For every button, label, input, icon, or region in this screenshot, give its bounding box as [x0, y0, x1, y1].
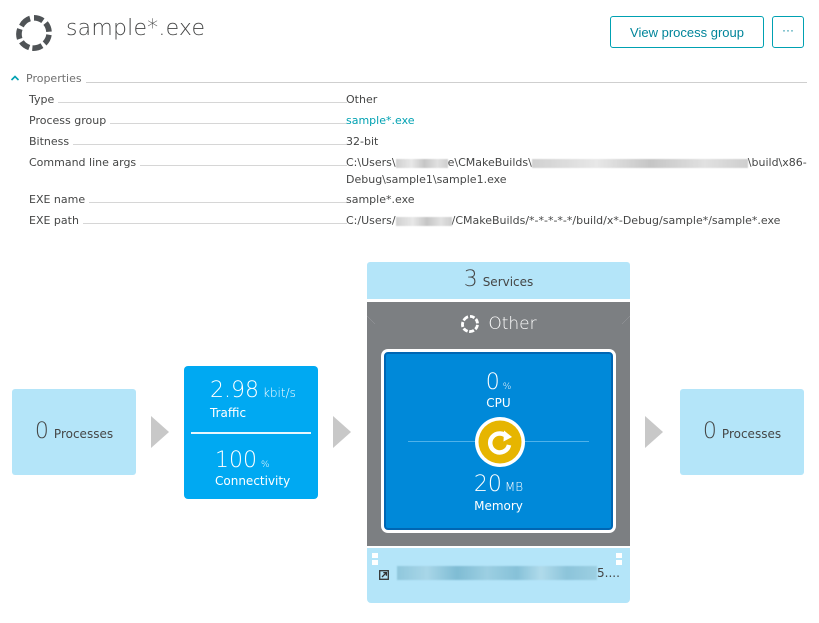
property-key: Command line args [29, 156, 137, 169]
memory-unit: MB [504, 480, 524, 494]
cmd-args-part: Debug\sample1\sample1.exe [346, 173, 507, 186]
services-count: 3 [463, 267, 478, 292]
property-key: Type [29, 93, 55, 106]
process-ring-icon [16, 15, 52, 51]
host-name[interactable]: 5.... [397, 566, 620, 580]
view-process-group-button[interactable]: View process group [610, 16, 764, 48]
incoming-processes-label: Processes [53, 427, 114, 441]
exe-path-part: C:/Users/ [346, 214, 396, 227]
flow-arrow-icon [333, 416, 351, 448]
memory-value-row: 20 MB [386, 472, 611, 497]
redacted-text [395, 158, 448, 168]
process-group-link[interactable]: sample*.exe [346, 112, 811, 129]
property-leader [73, 133, 347, 145]
flow-arrow-icon [151, 416, 169, 448]
chevron-up-icon [10, 75, 20, 81]
redacted-text [397, 566, 597, 580]
network-box[interactable]: 2.98 kbit/s Traffic 100% Connectivity [184, 366, 318, 499]
connectivity-value-row: 100% [215, 448, 270, 473]
host-box[interactable]: 5.... [367, 548, 630, 603]
cmd-args-part: e\CMakeBuilds\ [447, 156, 532, 169]
outgoing-processes-box[interactable]: 0 Processes [680, 389, 804, 475]
cpu-label: CPU [486, 396, 511, 410]
property-leader [89, 191, 347, 203]
flow-arrow-icon [645, 416, 663, 448]
property-key: Bitness [29, 135, 70, 148]
services-label: Services [482, 275, 534, 289]
traffic-value-row: 2.98 kbit/s [210, 378, 296, 403]
properties-toggle[interactable]: Properties [10, 71, 807, 85]
property-value: C:/Users/ /CMakeBuilds/*-*-*-*-*/build/x*… [346, 212, 811, 229]
process-type-title: Other [367, 314, 630, 334]
page-title: sample*.exe [66, 16, 206, 41]
connectivity-label: Connectivity [215, 474, 291, 488]
cmd-args-part: C:\Users\ [346, 156, 396, 169]
property-key: EXE path [29, 214, 79, 227]
traffic-value: 2.98 [210, 378, 259, 403]
connectivity-value: 100 [215, 448, 257, 473]
connectivity-unit: % [261, 460, 270, 470]
process-metrics-box[interactable]: 0% CPU 20 MB Memory [384, 352, 613, 530]
traffic-label: Traffic [210, 406, 247, 420]
restart-icon [475, 417, 525, 467]
property-leader [82, 212, 347, 224]
host-corner-marker [372, 553, 378, 566]
property-key: Process group [29, 114, 107, 127]
traffic-unit: kbit/s [262, 386, 296, 400]
exe-path-part: /CMakeBuilds/*-*-*-*-*/build/x*-Debug/sa… [451, 214, 781, 227]
cpu-value: 0 [485, 370, 500, 395]
property-value: 32-bit [346, 135, 379, 148]
cmd-args-part: \build\x86- [747, 156, 807, 169]
process-ring-icon [461, 315, 480, 333]
property-value: C:\Users\ e\CMakeBuilds\ \build\x86- Debug… [346, 154, 811, 188]
incoming-processes-count: 0 [34, 419, 49, 444]
incoming-processes-box[interactable]: 0 Processes [12, 389, 136, 475]
host-name-suffix: 5.... [597, 566, 620, 580]
outgoing-processes-label: Processes [721, 427, 782, 441]
redacted-text [395, 216, 452, 226]
services-box[interactable]: 3 Services [367, 262, 630, 299]
properties-divider [85, 82, 807, 83]
external-link-icon[interactable] [379, 570, 389, 580]
property-leader [140, 154, 347, 166]
host-corner-marker [616, 553, 622, 566]
memory-value: 20 [473, 472, 502, 497]
outgoing-processes-count: 0 [702, 419, 717, 444]
property-value: Other [346, 93, 378, 106]
redacted-text [531, 158, 748, 168]
property-leader [110, 112, 347, 124]
cpu-unit: % [502, 382, 512, 392]
property-leader [58, 91, 347, 103]
property-key: EXE name [29, 193, 86, 206]
memory-label: Memory [474, 499, 523, 513]
more-options-button[interactable]: ··· [772, 16, 804, 48]
cpu-value-row: 0% [386, 370, 611, 395]
properties-label: Properties [26, 71, 82, 85]
process-type-label: Other [488, 314, 537, 334]
property-value: sample*.exe [346, 193, 415, 206]
network-divider [191, 432, 311, 434]
